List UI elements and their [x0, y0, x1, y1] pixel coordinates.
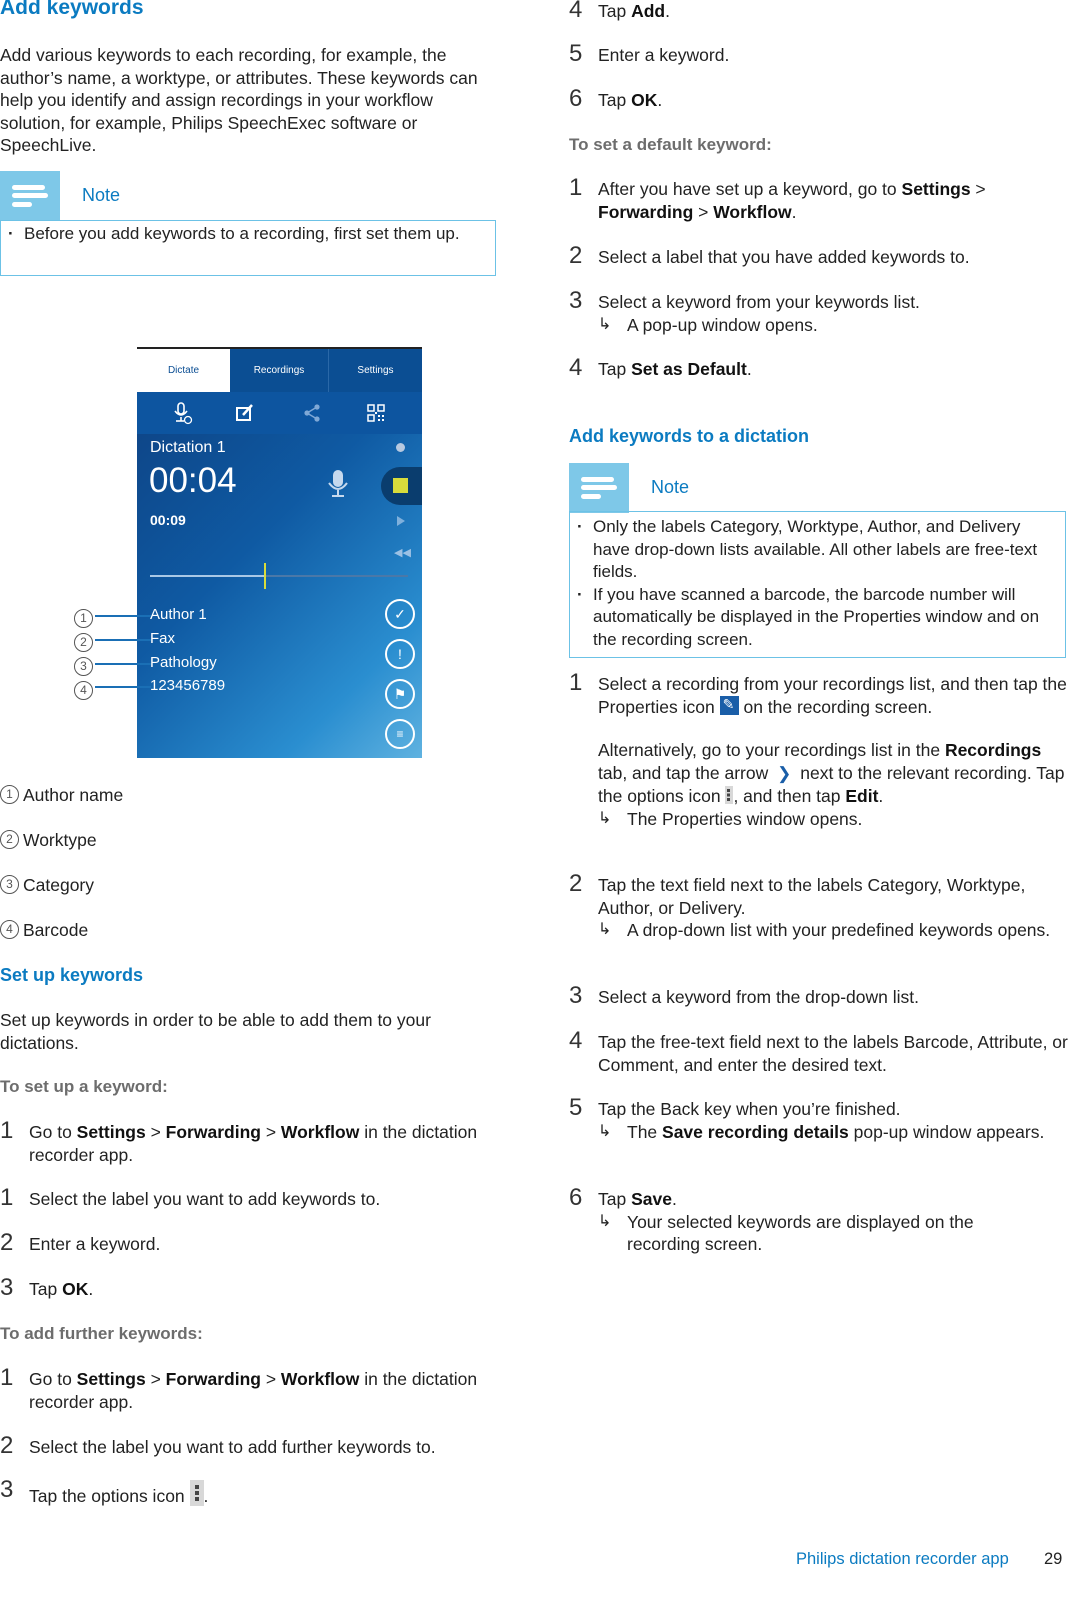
play-icon[interactable] — [397, 516, 405, 526]
section-heading-dictation: Add keywords to a dictation — [569, 426, 810, 446]
subheading-setup: To set up a keyword: — [0, 1077, 168, 1096]
record-dot-icon[interactable] — [396, 443, 405, 452]
step-result: ↳ Your selected keywords are displayed on… — [598, 1211, 974, 1255]
note-box: Note Before you add keywords to a record… — [0, 171, 496, 276]
note-item: Before you add keywords to a recording, … — [1, 223, 491, 246]
rewind-icon[interactable]: ◀◀ — [394, 542, 411, 565]
priority-icon[interactable]: ! — [385, 639, 415, 669]
elapsed-time: 00:04 — [149, 461, 237, 500]
options-icon — [189, 1480, 204, 1506]
step-result: ↳ The Properties window opens. — [598, 808, 863, 829]
callout-leader — [95, 663, 151, 665]
position-fill — [150, 575, 264, 577]
keyword-barcode: 123456789 — [150, 677, 226, 694]
callout-4: 4 — [74, 678, 93, 701]
note-item: If you have scanned a barcode, the barco… — [570, 584, 1059, 652]
total-time: 00:09 — [150, 512, 186, 528]
position-track[interactable] — [150, 563, 408, 589]
step-result: ↳ The Save recording details pop-up windo… — [598, 1121, 1045, 1142]
app-tab-settings[interactable]: Settings — [328, 349, 422, 392]
setup-intro: Set up keywords in order to be able to a… — [0, 1010, 431, 1053]
step-result: ↳ A drop-down list with your predefined k… — [598, 920, 1051, 940]
flag-icon[interactable]: ⚑ — [385, 679, 415, 709]
note-list: Before you add keywords to a recording, … — [0, 220, 496, 276]
legend-item: 4 Barcode — [0, 919, 88, 942]
result-arrow-icon: ↳ — [598, 921, 612, 938]
subheading-default: To set a default keyword: — [569, 135, 772, 154]
page-number: 29 — [1044, 1550, 1063, 1568]
keyword-author: Author 1 — [150, 606, 207, 623]
callout-2: 2 — [74, 630, 93, 653]
chevron-right-icon: ❯ — [777, 763, 792, 783]
note-icon — [569, 463, 629, 513]
qr-code-icon[interactable] — [363, 400, 389, 426]
note-box: Note Only the labels Category, Worktype,… — [569, 463, 1066, 658]
keyword-category: Pathology — [150, 654, 217, 671]
position-handle[interactable] — [263, 563, 266, 589]
delete-icon[interactable]: ≡ — [385, 719, 415, 749]
callout-3: 3 — [74, 654, 93, 677]
options-icon — [725, 786, 734, 804]
app-tab-bar: Dictate Recordings Settings — [137, 347, 422, 392]
check-icon[interactable]: ✓ — [385, 599, 415, 629]
callout-leader — [95, 639, 151, 641]
note-header: Note — [569, 463, 1066, 513]
app-tab-recordings[interactable]: Recordings — [230, 349, 328, 392]
result-arrow-icon: ↳ — [598, 1212, 612, 1230]
stop-button[interactable] — [381, 467, 422, 505]
result-arrow-icon: ↳ — [598, 1122, 612, 1140]
stop-icon — [393, 478, 408, 493]
result-arrow-icon: ↳ — [598, 315, 612, 333]
callout-1: 1 — [74, 606, 93, 629]
app-screenshot: Dictate Recordings Settings Dictation 1 … — [137, 347, 422, 758]
result-arrow-icon: ↳ — [598, 809, 612, 827]
page-title: Add keywords — [0, 0, 144, 19]
note-label: Note — [82, 185, 121, 205]
section-heading-setup: Set up keywords — [0, 965, 144, 985]
note-list: Only the labels Category, Worktype, Auth… — [569, 511, 1066, 658]
app-tab-dictate[interactable]: Dictate — [137, 349, 230, 392]
intro-paragraph: Add various keywords to each recording, … — [0, 45, 478, 155]
subheading-further: To add further keywords: — [0, 1324, 203, 1343]
microphone-add-icon[interactable] — [169, 400, 195, 426]
note-item: Only the labels Category, Worktype, Auth… — [570, 516, 1059, 584]
microphone-icon[interactable] — [327, 469, 349, 501]
properties-icon — [719, 693, 739, 715]
callout-leader — [95, 686, 151, 688]
dictation-name: Dictation 1 — [150, 439, 226, 456]
legend-item: 1 Author name — [0, 784, 123, 807]
legend-item: 2 Worktype — [0, 829, 97, 852]
share-icon[interactable] — [299, 400, 325, 426]
legend-item: 3 Category — [0, 874, 94, 897]
properties-edit-icon[interactable] — [232, 400, 258, 426]
note-header: Note — [0, 171, 496, 221]
note-label: Note — [651, 477, 690, 497]
keyword-worktype: Fax — [150, 630, 176, 647]
step-result: ↳ A pop-up window opens. — [598, 314, 818, 335]
note-icon — [0, 171, 60, 221]
callout-leader — [95, 615, 151, 617]
footer-title: Philips dictation recorder app — [796, 1550, 1009, 1568]
app-toolbar — [137, 392, 422, 434]
